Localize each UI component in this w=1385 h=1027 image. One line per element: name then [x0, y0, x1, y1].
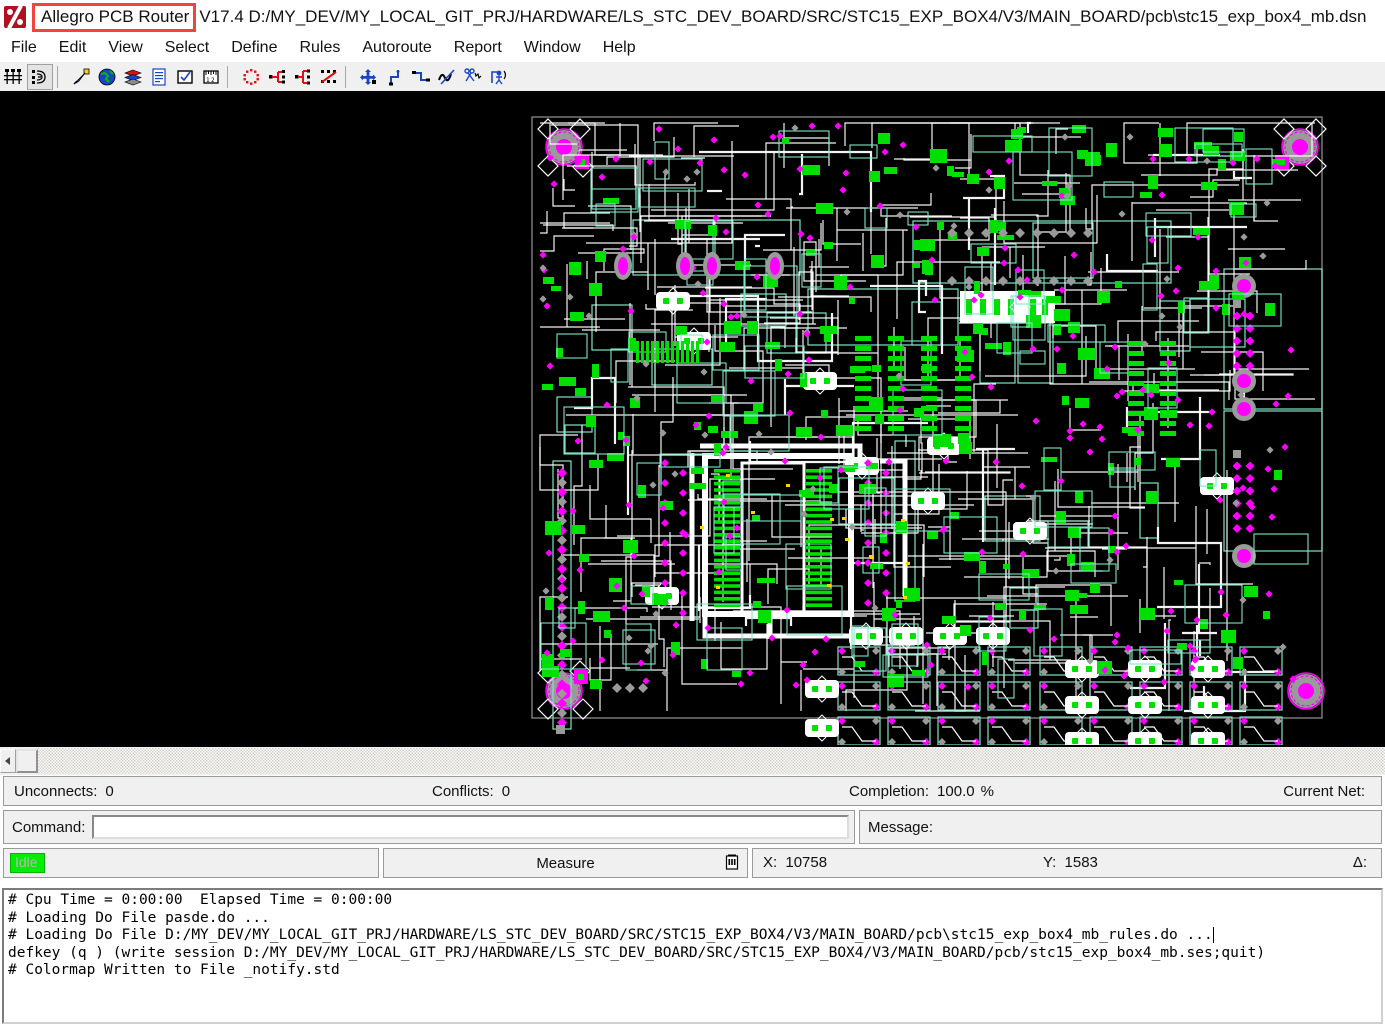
pcb-canvas[interactable] — [0, 91, 1385, 745]
y-value: 1583 — [1064, 854, 1098, 871]
completion-field: Completion: 100.0 % — [849, 777, 994, 805]
completion-label: Completion: — [849, 782, 930, 800]
state-measure-coords-bar: Idle Measure X: 10758 Y: 1583 Δ: — [3, 848, 1382, 878]
menu-item-window[interactable]: Window — [513, 36, 592, 60]
route-wires-icon[interactable] — [27, 63, 53, 90]
command-label: Command: — [12, 818, 86, 836]
tool-bar: 1 2 — [0, 62, 1385, 93]
critic-wires-icon[interactable] — [487, 65, 511, 89]
layer-stack-icon[interactable] — [121, 65, 145, 89]
delta-label: Δ: — [1352, 854, 1367, 871]
conflicts-field: Conflicts: 0 — [432, 777, 510, 805]
svg-text:2: 2 — [211, 77, 215, 84]
menu-item-autoroute[interactable]: Autoroute — [351, 36, 442, 60]
toolbar-separator — [227, 65, 235, 88]
scrollbar-track[interactable] — [38, 748, 1385, 774]
y-label: Y: — [1043, 854, 1057, 871]
shape-route-icon[interactable] — [409, 65, 433, 89]
console-line: # Loading Do File D:/MY_DEV/MY_LOCAL_GIT… — [8, 927, 1214, 943]
x-coordinate: X: 10758 — [763, 854, 827, 871]
route-ring-icon[interactable] — [239, 65, 263, 89]
current-net-field: Current Net: — [1283, 777, 1373, 805]
window-title-app: Allegro PCB Router — [41, 6, 190, 26]
router-state-cell: Idle — [3, 848, 379, 878]
x-value: 10758 — [785, 854, 828, 871]
menu-item-report[interactable]: Report — [443, 36, 513, 60]
y-coordinate: Y: 1583 — [1043, 854, 1098, 871]
smooth-wire-icon[interactable] — [435, 65, 459, 89]
completion-value: 100.0 — [937, 782, 975, 800]
toolbar-separator — [345, 65, 353, 88]
scrollbar-thumb[interactable] — [16, 749, 38, 773]
console-line: # Loading Do File pasde.do ... — [8, 909, 270, 926]
current-net-label: Current Net: — [1283, 782, 1365, 800]
conflicts-label: Conflicts: — [432, 782, 494, 800]
pcb-layout-graphic[interactable] — [0, 91, 1385, 745]
checkbox-options-icon[interactable] — [173, 65, 197, 89]
scroll-left-icon[interactable] — [0, 749, 16, 773]
fanout-icon[interactable] — [265, 65, 289, 89]
coordinates-cell: X: 10758 Y: 1583 Δ: — [752, 848, 1382, 878]
bus-route-icon[interactable] — [291, 65, 315, 89]
measure-tool-icon[interactable] — [724, 853, 740, 875]
diagonal-route-icon[interactable] — [317, 65, 341, 89]
delta-coordinate: Δ: — [1353, 854, 1371, 871]
ruler-measure-icon[interactable]: 1 2 — [199, 65, 223, 89]
move-arrows-icon[interactable] — [357, 65, 381, 89]
scissors-cut-icon[interactable] — [461, 65, 485, 89]
console-text: # Cpu Time = 0:00:00 Elapsed Time = 0:00… — [4, 890, 1381, 980]
window-title-path: V17.4 D:/MY_DEV/MY_LOCAL_GIT_PRJ/HARDWAR… — [199, 7, 1367, 26]
command-message-bar: Command: Message: — [3, 810, 1382, 844]
menu-item-define[interactable]: Define — [220, 36, 288, 60]
horizontal-scrollbar[interactable] — [0, 745, 1385, 775]
highlight-pen-icon[interactable] — [69, 65, 93, 89]
menu-item-help[interactable]: Help — [592, 36, 647, 60]
menu-item-view[interactable]: View — [97, 36, 153, 60]
menu-bar: File Edit View Select Define Rules Autor… — [0, 34, 1385, 62]
status-summary-bar: Unconnects: 0 Conflicts: 0 Completion: 1… — [3, 776, 1382, 806]
measure-button[interactable]: Measure — [383, 848, 748, 878]
message-group: Message: — [859, 810, 1382, 844]
completion-unit: % — [980, 782, 994, 800]
command-input[interactable] — [92, 815, 849, 839]
allegro-logo-icon — [4, 4, 26, 30]
allegro-pcb-router-window: Allegro PCB Router V17.4 D:/MY_DEV/MY_LO… — [0, 0, 1385, 1027]
menu-item-edit[interactable]: Edit — [48, 36, 98, 60]
x-label: X: — [763, 854, 778, 871]
globe-world-icon[interactable] — [95, 65, 119, 89]
unconnects-value: 0 — [105, 782, 114, 800]
menu-item-select[interactable]: Select — [154, 36, 220, 60]
console-line: # Cpu Time = 0:00:00 Elapsed Time = 0:00… — [8, 892, 393, 908]
console-line: defkey (q ) (write session D:/MY_DEV/MY_… — [8, 944, 1266, 961]
conflicts-value: 0 — [501, 782, 511, 800]
status-badge: Idle — [10, 852, 45, 874]
menu-item-file[interactable]: File — [0, 36, 48, 60]
report-document-icon[interactable] — [147, 65, 171, 89]
command-group: Command: — [3, 810, 855, 844]
measure-label: Measure — [536, 854, 595, 872]
title-bar: Allegro PCB Router V17.4 D:/MY_DEV/MY_LO… — [0, 0, 1385, 34]
svg-text:1: 1 — [206, 77, 210, 84]
title-highlight-box: Allegro PCB Router — [32, 2, 197, 32]
console-line: # Colormap Written to File _notify.std — [8, 962, 340, 978]
message-label: Message: — [868, 818, 934, 836]
unconnects-field: Unconnects: 0 — [14, 777, 114, 805]
menu-item-rules[interactable]: Rules — [288, 36, 351, 60]
unconnects-label: Unconnects: — [14, 782, 98, 800]
layers-stackup-icon[interactable] — [1, 65, 25, 89]
add-segment-icon[interactable] — [383, 65, 407, 89]
toolbar-separator — [57, 65, 65, 88]
console-log-panel[interactable]: # Cpu Time = 0:00:00 Elapsed Time = 0:00… — [2, 888, 1383, 1024]
